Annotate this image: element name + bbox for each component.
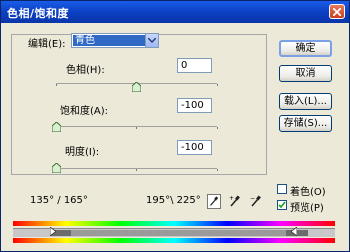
title-bar[interactable]: 色相/饱和度 [1,1,349,23]
close-icon [333,8,341,16]
lightness-label: 明度(I): [65,147,100,158]
saturation-input[interactable]: -100 [177,98,212,113]
hue-label: 色相(H): [66,65,105,76]
preview-label: 预览(P) [290,203,324,214]
check-icon [278,201,286,209]
preview-checkbox[interactable] [277,200,287,210]
lightness-input[interactable]: -100 [177,140,212,155]
svg-text:+: + [229,195,234,202]
saturation-tick [136,127,137,129]
load-button[interactable]: 载入(L)... [279,93,332,110]
hue-tick [217,84,218,86]
dropdown-button[interactable] [145,34,158,47]
hue-tick [56,84,57,86]
range-left-handle[interactable] [50,227,56,236]
hue-input[interactable]: 0 [177,58,212,73]
saturation-label: 饱和度(A): [60,106,109,117]
range-core-segment [71,230,286,236]
hue-spectrum-bottom [13,238,335,243]
range-right-handle[interactable] [291,227,297,236]
range-left-readout: 135° / 165° [30,195,88,206]
range-right-readout: 195°\ 225° [146,195,201,206]
close-button[interactable] [329,4,345,19]
edit-label: 编辑(E): [28,39,66,50]
eyedropper-plus-icon[interactable]: + [228,194,242,209]
saturation-tick [217,127,218,129]
lightness-tick [217,169,218,171]
hue-saturation-dialog: 色相/饱和度 编辑(E): 青色 色相(H): 0 饱和度(A): -100 明… [0,0,350,252]
chevron-down-icon [148,38,156,43]
lightness-tick [136,169,137,171]
adjust-group [11,34,267,175]
edit-dropdown[interactable]: 青色 [71,33,159,48]
ok-button[interactable]: 确定 [279,40,332,57]
saturation-slider-thumb[interactable] [51,122,61,132]
window-title: 色相/饱和度 [7,7,70,20]
color-range-bar[interactable] [13,228,335,237]
cancel-button[interactable]: 取消 [279,65,332,82]
colorize-label: 着色(O) [290,187,326,198]
lightness-slider-thumb[interactable] [51,163,61,173]
eyedropper-icon[interactable] [207,194,221,209]
hue-slider-thumb[interactable] [132,82,141,92]
edit-selected-value: 青色 [73,35,147,46]
svg-text:−: − [250,195,255,202]
save-button[interactable]: 存储(S)... [279,115,332,132]
eyedropper-minus-icon[interactable]: − [249,194,263,209]
colorize-checkbox[interactable] [277,184,287,194]
hue-spectrum-top [13,221,335,226]
